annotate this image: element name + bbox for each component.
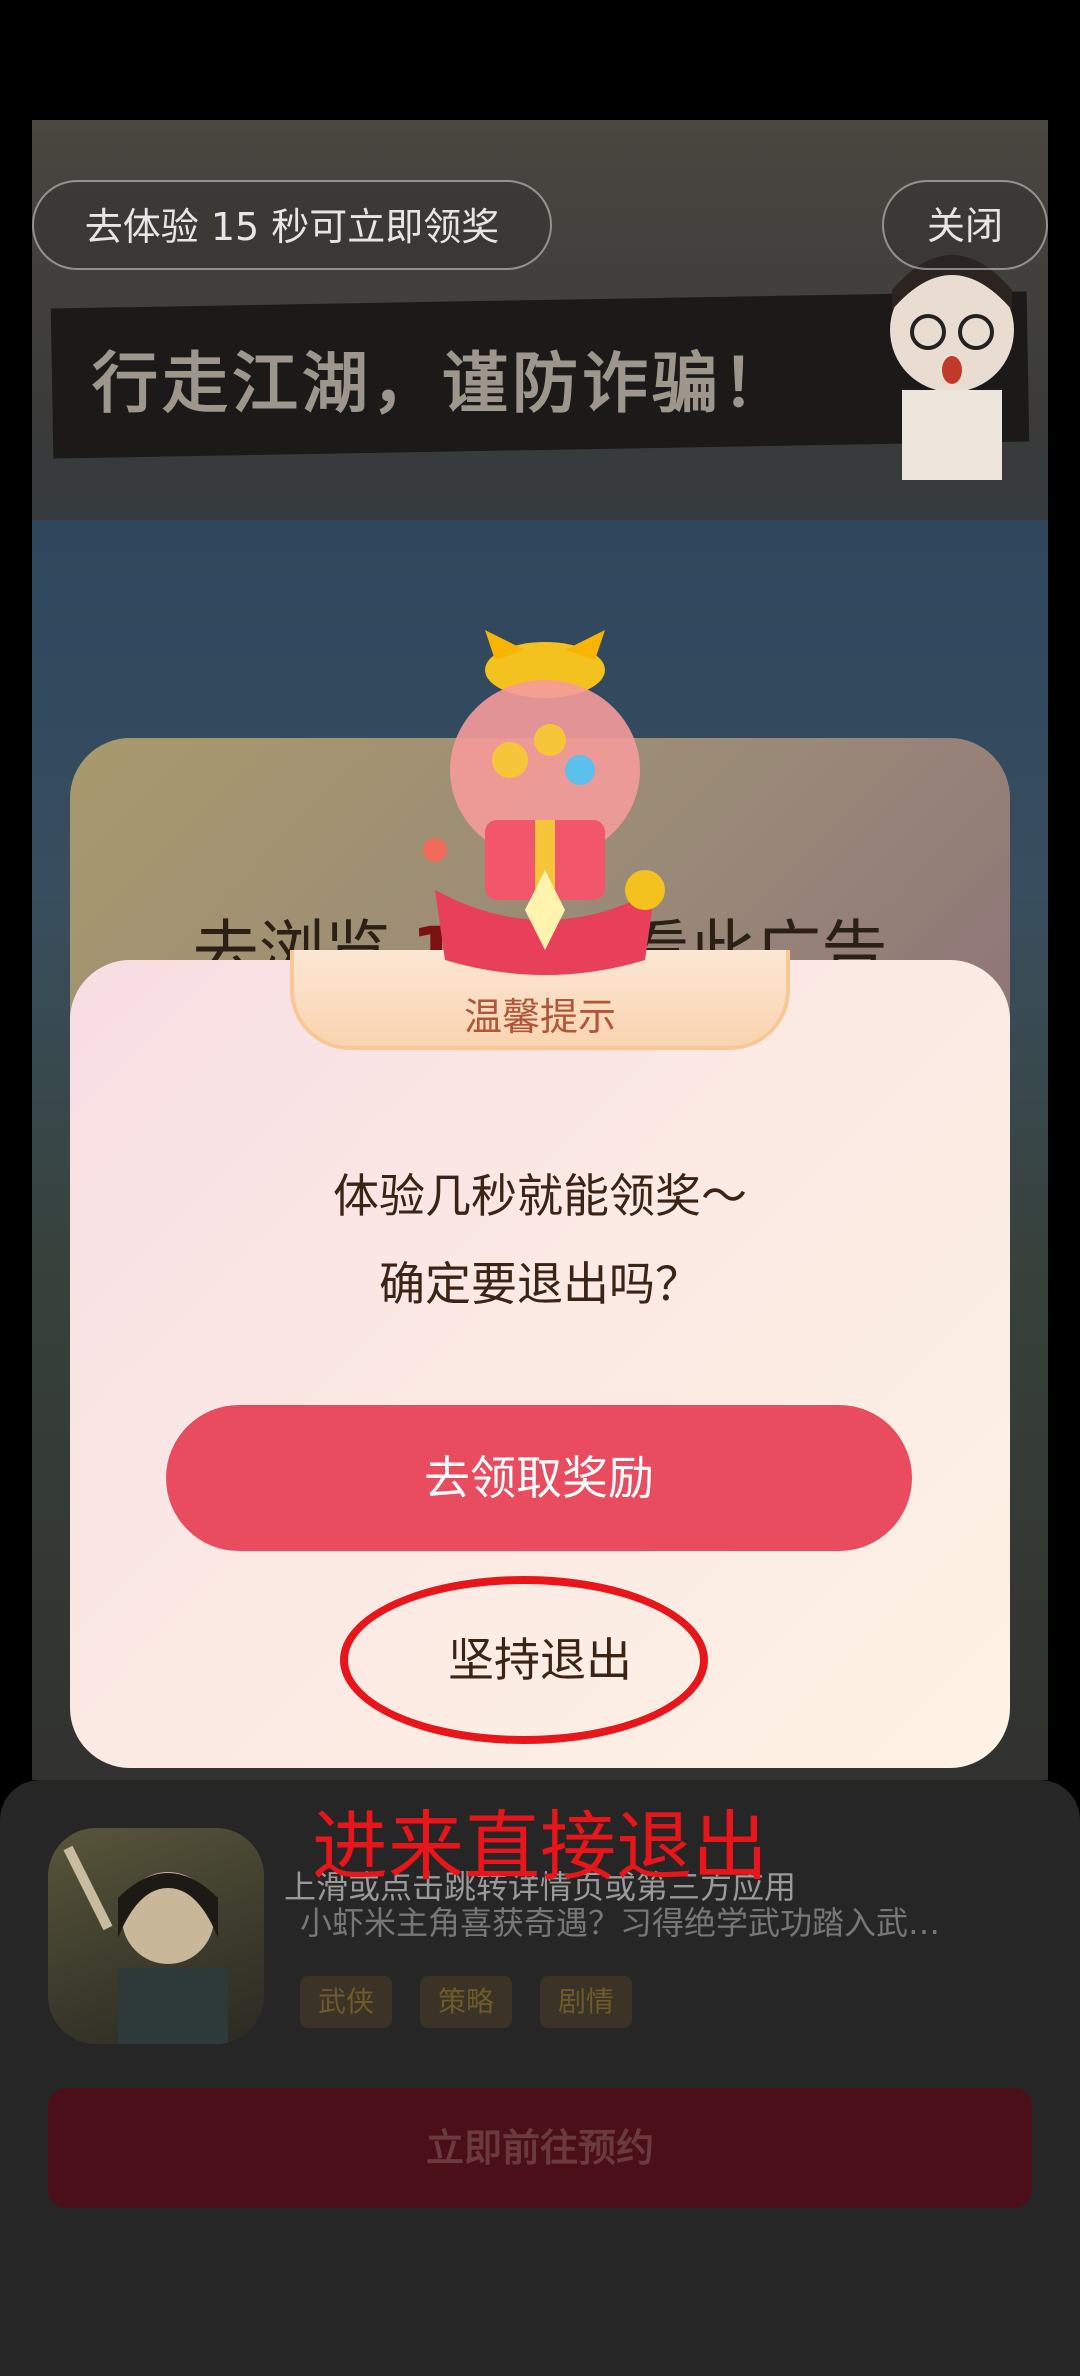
ad-slogan: 行走江湖，谨防诈骗！	[92, 344, 792, 422]
annotation-text: 进来直接退出	[312, 1802, 768, 1891]
tag-story: 剧情	[540, 1976, 633, 2028]
reserve-now-button[interactable]: 立即前往预约	[48, 2088, 1032, 2208]
dialog-message-line2: 确定要退出吗？	[379, 1257, 701, 1311]
dialog-title: 温馨提示	[463, 995, 616, 1039]
tag-strategy: 策略	[420, 1976, 513, 2028]
close-button[interactable]: 关闭	[882, 180, 1048, 270]
experience-countdown-pill: 去体验 15 秒可立即领奖	[32, 180, 552, 270]
gift-jar-illustration	[423, 630, 665, 975]
dialog-message-line1: 体验几秒就能领奖～	[333, 1169, 747, 1223]
tag-wuxia: 武侠	[300, 1976, 393, 2028]
claim-reward-button[interactable]: 去领取奖励	[166, 1405, 912, 1551]
exit-confirmation-dialog: 温馨提示 体验几秒就能领奖～ 确定要退出吗？ 去领取奖励 坚持退出	[70, 950, 1010, 1768]
exit-anyway-button[interactable]: 坚持退出	[340, 1620, 740, 1700]
